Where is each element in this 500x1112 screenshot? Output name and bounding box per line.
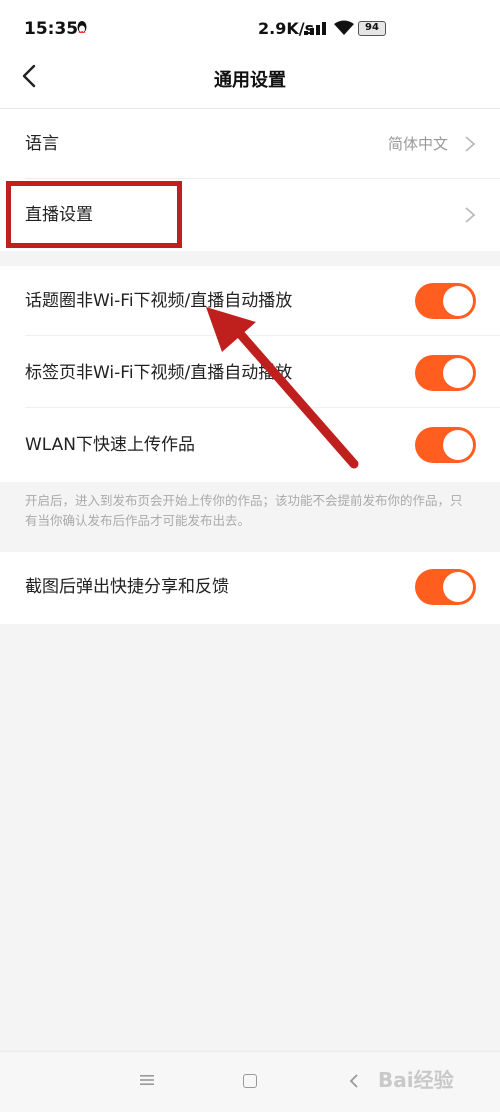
language-value: 简体中文 [387, 135, 448, 153]
tag-page-autoplay-row: 标签页非Wi-Fi下视频/直播自动播放 [0, 338, 500, 408]
row-divider [25, 407, 500, 408]
toggle-knob [443, 358, 473, 388]
screenshot-share-row: 截图后弹出快捷分享和反馈 [0, 552, 500, 622]
tag-page-autoplay-label: 标签页非Wi-Fi下视频/直播自动播放 [25, 363, 293, 383]
status-time: 15:35 [24, 19, 79, 39]
wifi-icon [334, 20, 354, 35]
watermark: Bai经验 [378, 1068, 454, 1092]
wlan-upload-row: WLAN下快速上传作品 [0, 410, 500, 480]
language-label: 语言 [25, 134, 59, 154]
screenshot-share-toggle[interactable] [415, 569, 476, 605]
highlight-box [6, 181, 182, 248]
screenshot-section: 截图后弹出快捷分享和反馈 [0, 552, 500, 624]
row-divider [25, 178, 500, 179]
status-bar: 15:35 2.9K/s 94 [0, 0, 500, 58]
signal-icon [304, 22, 326, 35]
toggle-knob [443, 286, 473, 316]
home-icon[interactable] [243, 1074, 257, 1088]
topic-circle-autoplay-label: 话题圈非Wi-Fi下视频/直播自动播放 [25, 291, 293, 311]
battery-icon: 94 [358, 21, 386, 36]
language-row[interactable]: 语言 简体中文 [0, 109, 500, 179]
topic-circle-autoplay-toggle[interactable] [415, 283, 476, 319]
wlan-upload-label: WLAN下快速上传作品 [25, 435, 196, 455]
page-header: 通用设置 [0, 58, 500, 108]
upload-note: 开启后，进入到发布页会开始上传你的作品；该功能不会提前发布你的作品，只有当你确认… [25, 493, 463, 528]
qq-penguin-icon [77, 21, 87, 33]
topic-circle-autoplay-row: 话题圈非Wi-Fi下视频/直播自动播放 [0, 266, 500, 336]
row-divider [25, 335, 500, 336]
toggle-knob [443, 572, 473, 602]
tag-page-autoplay-toggle[interactable] [415, 355, 476, 391]
nav-back-icon[interactable] [349, 1073, 359, 1089]
toggle-knob [443, 430, 473, 460]
page-title: 通用设置 [214, 70, 286, 91]
menu-icon[interactable] [140, 1074, 154, 1086]
autoplay-section: 话题圈非Wi-Fi下视频/直播自动播放 标签页非Wi-Fi下视频/直播自动播放 … [0, 266, 500, 482]
wlan-upload-toggle[interactable] [415, 427, 476, 463]
chevron-right-icon [465, 136, 476, 152]
screenshot-share-label: 截图后弹出快捷分享和反馈 [25, 577, 229, 597]
chevron-right-icon [465, 207, 476, 223]
